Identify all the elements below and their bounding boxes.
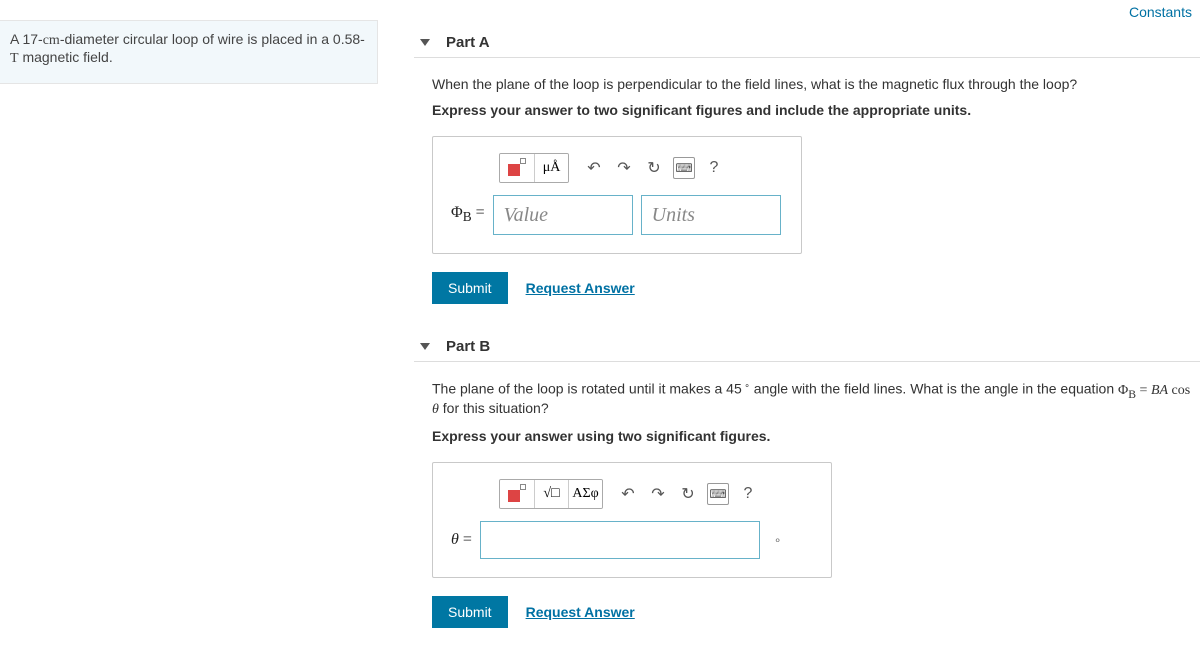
- part-a-answer-card: μÅ ↶ ↷ ↻ ⌨ ? ΦB = Value Units: [432, 136, 802, 254]
- chevron-down-icon: [420, 343, 430, 350]
- help-icon[interactable]: ?: [737, 483, 759, 505]
- part-b-answer-card: √□ ΑΣφ ↶ ↷ ↻ ⌨ ? θ =: [432, 462, 832, 578]
- part-a-title: Part A: [446, 34, 490, 51]
- request-answer-link[interactable]: Request Answer: [526, 280, 635, 296]
- part-a-header[interactable]: Part A: [414, 28, 1200, 58]
- phi-label: ΦB =: [451, 204, 485, 225]
- format-toolbar: μÅ: [499, 153, 569, 183]
- keyboard-icon[interactable]: ⌨: [673, 157, 695, 179]
- format-toolbar: √□ ΑΣφ: [499, 479, 603, 509]
- part-a-instruction: Express your answer to two significant f…: [432, 102, 1200, 118]
- sqrt-button[interactable]: √□: [534, 480, 568, 508]
- template-icon: [508, 160, 526, 176]
- part-b-question: The plane of the loop is rotated until i…: [432, 380, 1192, 418]
- redo-icon[interactable]: ↷: [647, 483, 669, 505]
- keyboard-icon[interactable]: ⌨: [707, 483, 729, 505]
- units-button[interactable]: μÅ: [534, 154, 568, 182]
- undo-icon[interactable]: ↶: [583, 157, 605, 179]
- redo-icon[interactable]: ↷: [613, 157, 635, 179]
- undo-icon[interactable]: ↶: [617, 483, 639, 505]
- part-b-header[interactable]: Part B: [414, 332, 1200, 362]
- part-b-title: Part B: [446, 338, 490, 355]
- help-icon[interactable]: ?: [703, 157, 725, 179]
- reset-icon[interactable]: ↻: [643, 157, 665, 179]
- theta-input[interactable]: [480, 521, 760, 559]
- template-button[interactable]: [500, 480, 534, 508]
- degree-unit: ∘: [774, 533, 782, 548]
- part-a-question: When the plane of the loop is perpendicu…: [432, 76, 1192, 92]
- submit-button[interactable]: Submit: [432, 596, 508, 628]
- template-icon: [508, 486, 526, 502]
- reset-icon[interactable]: ↻: [677, 483, 699, 505]
- value-input[interactable]: Value: [493, 195, 633, 235]
- theta-label: θ =: [451, 531, 472, 549]
- part-b-instruction: Express your answer using two significan…: [432, 428, 1200, 444]
- greek-button[interactable]: ΑΣφ: [568, 480, 602, 508]
- submit-button[interactable]: Submit: [432, 272, 508, 304]
- units-input[interactable]: Units: [641, 195, 781, 235]
- template-button[interactable]: [500, 154, 534, 182]
- constants-link[interactable]: Constants: [1129, 4, 1192, 20]
- problem-statement: A 17-cm-diameter circular loop of wire i…: [0, 20, 378, 84]
- chevron-down-icon: [420, 39, 430, 46]
